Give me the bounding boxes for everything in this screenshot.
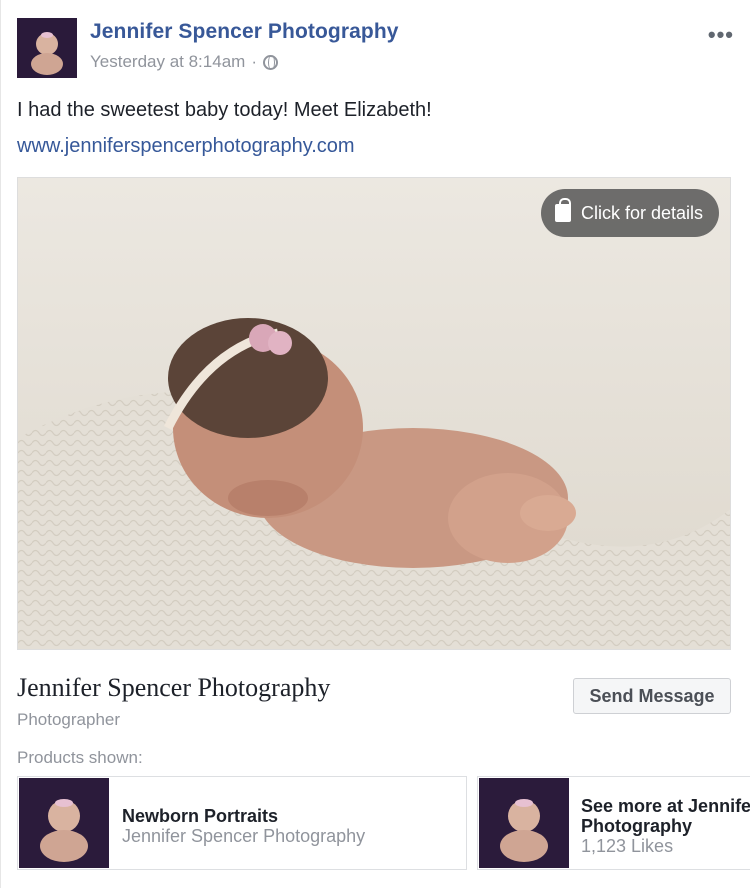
page-category: Photographer	[17, 710, 121, 729]
product-title-line2: Photography	[581, 816, 692, 836]
product-card-see-more[interactable]: See more at Jennife Photography 1,123 Li…	[477, 776, 750, 870]
post-link[interactable]: www.jenniferspencerphotography.com	[17, 135, 355, 158]
product-title: Newborn Portraits	[122, 806, 279, 826]
page-name-link[interactable]: Jennifer Spencer Photography	[90, 20, 399, 44]
product-card-newborn-portraits[interactable]: Newborn Portraits Jennifer Spencer Photo…	[17, 776, 467, 870]
more-options-button[interactable]: •••	[708, 22, 734, 48]
product-subtitle: Jennifer Spencer Photography	[122, 826, 366, 846]
product-thumbnail	[479, 778, 569, 868]
post-card: Jennifer Spencer Photography Yesterday a…	[0, 0, 750, 888]
product-thumbnail	[19, 778, 109, 868]
product-subtitle: 1,123 Likes	[581, 836, 674, 856]
click-for-details-label: Click for details	[580, 202, 703, 223]
page-info-name[interactable]: Jennifer Spencer Photography	[17, 673, 330, 703]
meta-separator: ·	[251, 52, 257, 71]
post-photo[interactable]: Click for details	[17, 177, 731, 650]
product-title: See more at Jennife	[581, 796, 750, 816]
send-message-button[interactable]: Send Message	[573, 678, 731, 714]
globe-icon[interactable]	[262, 54, 278, 70]
click-for-details-button[interactable]: Click for details	[540, 189, 719, 237]
shopping-bag-icon	[554, 198, 571, 222]
newborn-photo-illustration	[18, 178, 730, 649]
post-timestamp[interactable]: Yesterday at 8:14am	[90, 52, 245, 72]
products-shown-label: Products shown:	[17, 748, 143, 767]
post-message: I had the sweetest baby today! Meet Eliz…	[17, 99, 432, 121]
page-avatar[interactable]	[17, 18, 77, 78]
post-meta: Yesterday at 8:14am ·	[90, 52, 278, 72]
